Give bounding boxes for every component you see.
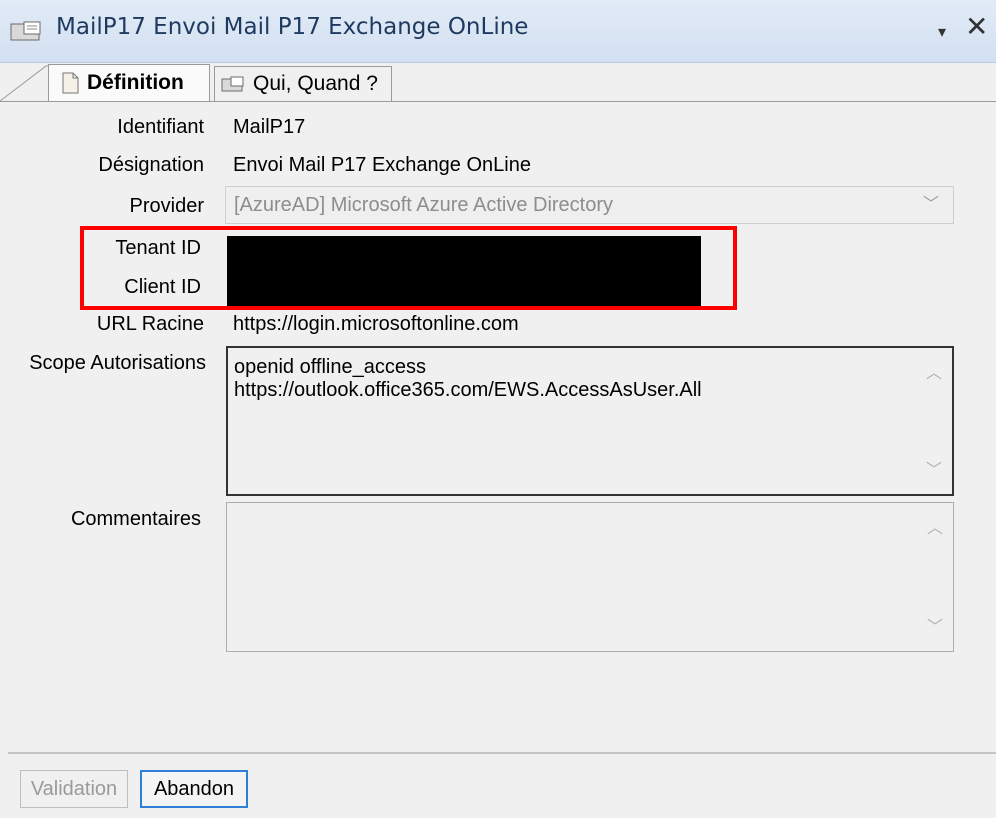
- abandon-button[interactable]: Abandon: [140, 770, 248, 808]
- validation-button[interactable]: Validation: [20, 770, 128, 808]
- chevron-down-icon[interactable]: ﹀: [926, 459, 942, 482]
- provider-label: Provider: [129, 195, 204, 217]
- window-titlebar: MailP17 Envoi Mail P17 Exchange OnLine ▾…: [0, 0, 996, 63]
- footer-divider: [8, 752, 996, 754]
- designation-value: Envoi Mail P17 Exchange OnLine: [233, 154, 531, 176]
- tab-qui-quand[interactable]: Qui, Quand ?: [214, 66, 392, 101]
- commentaires-label: Commentaires: [70, 508, 201, 530]
- identifiant-value: MailP17: [233, 116, 306, 138]
- scope-line-2: https://outlook.office365.com/EWS.Access…: [234, 379, 702, 401]
- url-racine-label: URL Racine: [96, 313, 204, 335]
- commentaires-textarea[interactable]: ︿ ﹀: [226, 502, 954, 652]
- tab-qui-quand-label: Qui, Quand ?: [253, 72, 378, 95]
- scope-line-1: openid offline_access: [234, 356, 426, 378]
- tabstrip-divider: [0, 101, 996, 102]
- chevron-down-icon[interactable]: ﹀: [927, 616, 943, 639]
- tab-definition-label: Définition: [87, 71, 184, 94]
- provider-value: [AzureAD] Microsoft Azure Active Directo…: [234, 194, 614, 216]
- url-racine-value: https://login.microsoftonline.com: [233, 313, 519, 335]
- window-title: MailP17 Envoi Mail P17 Exchange OnLine: [56, 14, 529, 40]
- close-icon[interactable]: ✕: [965, 12, 988, 42]
- chevron-up-icon[interactable]: ︿: [927, 517, 943, 540]
- chevron-down-icon: ﹀: [922, 196, 939, 213]
- designation-label: Désignation: [98, 154, 204, 176]
- tab-definition[interactable]: Définition: [48, 64, 210, 101]
- folder-sheet-icon: [10, 21, 41, 41]
- identifiant-label: Identifiant: [117, 116, 204, 138]
- highlight-annotation-box: [80, 226, 737, 310]
- provider-select[interactable]: [AzureAD] Microsoft Azure Active Directo…: [225, 186, 954, 224]
- scope-textarea[interactable]: openid offline_access https://outlook.of…: [226, 346, 954, 496]
- scope-label: Scope Autorisations: [29, 352, 206, 374]
- document-icon: [62, 72, 79, 94]
- chevron-down-icon[interactable]: ▾: [938, 22, 946, 42]
- chevron-up-icon[interactable]: ︿: [926, 362, 942, 385]
- folder-sheet-icon: [221, 76, 244, 92]
